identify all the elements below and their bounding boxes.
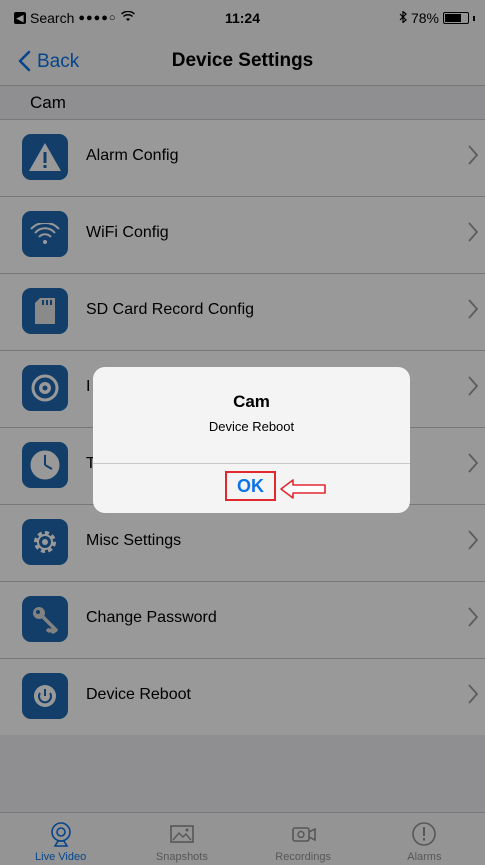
alert-title: Cam — [233, 392, 270, 411]
ok-button[interactable]: OK — [225, 471, 276, 501]
arrow-left-annotation-icon — [280, 479, 326, 499]
alert-dialog: Cam Device Reboot OK — [93, 367, 410, 513]
screen: ◀ Search ●●●●○ 11:24 78% Back Device Set… — [0, 0, 485, 865]
alert-message: Device Reboot — [208, 419, 295, 434]
alert-divider — [93, 463, 410, 464]
